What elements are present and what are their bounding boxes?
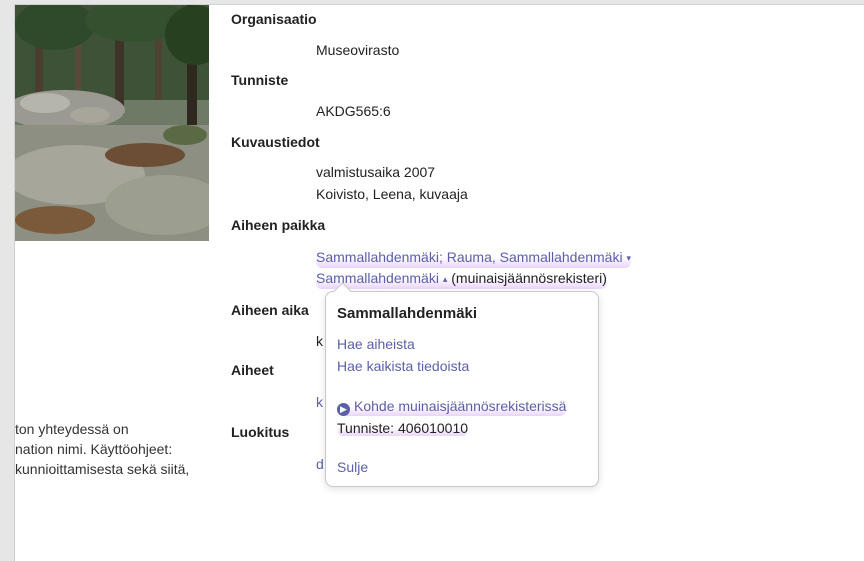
close-link[interactable]: Sulje (337, 459, 368, 475)
chevron-circle-right-icon: ▶ (337, 403, 350, 416)
caret-up-icon[interactable]: ▴ (443, 274, 448, 284)
place-registry-suffix: (muinaisjäännösrekisteri) (451, 270, 607, 286)
place-link-row: Sammallahdenmäki; Rauma, Sammallahdenmäk… (316, 247, 631, 268)
label-aiheen-paikka: Aiheen paikka (231, 217, 326, 233)
description-line: kunnioittamisesta sekä siitä, (15, 461, 190, 477)
label-tunniste: Tunniste (231, 72, 289, 88)
description-line: nation nimi. Käyttöohjeet: (15, 441, 173, 457)
search-all-link[interactable]: Hae kaikista tiedoista (337, 358, 469, 374)
record-photo[interactable] (15, 5, 209, 241)
value-aiheen-aika: k (316, 333, 323, 349)
value-kuvaustiedot-author: Koivisto, Leena, kuvaaja (316, 186, 468, 202)
value-tunniste: AKDG565:6 (316, 103, 391, 119)
place-popover: Sammallahdenmäki Hae aiheista Hae kaikis… (325, 282, 599, 487)
label-luokitus: Luokitus (231, 424, 290, 440)
label-aiheet: Aiheet (231, 362, 274, 378)
registry-link[interactable]: ▶ Kohde muinaisjäännösrekisterissä (337, 398, 567, 416)
label-kuvaustiedot: Kuvaustiedot (231, 134, 320, 150)
search-topics-link[interactable]: Hae aiheista (337, 336, 415, 352)
place-link-rauma[interactable]: Sammallahdenmäki; Rauma, Sammallahdenmäk… (316, 249, 623, 265)
description-line: ton yhteydessä on (15, 421, 129, 437)
description-text: ton yhteydessä on nation nimi. Käyttöohj… (15, 419, 215, 479)
value-organisaatio: Museovirasto (316, 42, 400, 58)
registry-link-label: Kohde muinaisjäännösrekisterissä (354, 398, 567, 414)
place-link-registry[interactable]: Sammallahdenmäki (316, 270, 439, 286)
caret-down-icon[interactable]: ▾ (626, 253, 631, 263)
value-kuvaustiedot-date: valmistusaika 2007 (316, 164, 436, 180)
value-aiheet[interactable]: k (316, 392, 323, 412)
value-luokitus[interactable]: d (316, 454, 324, 474)
place-registry-row: Sammallahdenmäki ▴ (muinaisjäännösrekist… (316, 268, 607, 289)
registry-identifier: Tunniste: 406010010 (337, 420, 469, 436)
label-aiheen-aika: Aiheen aika (231, 302, 309, 318)
page: ton yhteydessä on nation nimi. Käyttöohj… (14, 4, 864, 561)
popover-title: Sammallahdenmäki (337, 305, 478, 322)
label-organisaatio: Organisaatio (231, 11, 317, 27)
